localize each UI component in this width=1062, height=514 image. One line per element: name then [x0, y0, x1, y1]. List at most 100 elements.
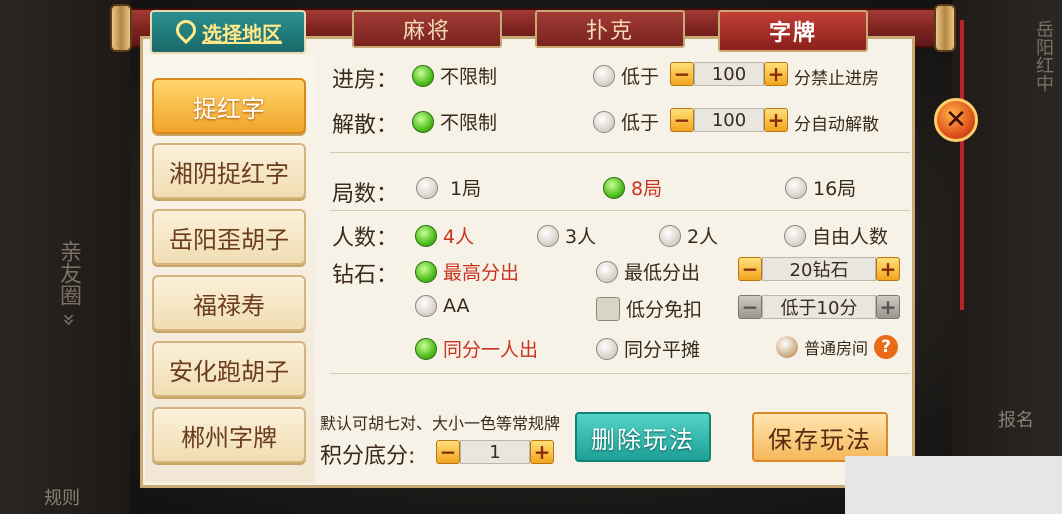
delete-rule-button[interactable]: 删除玩法 — [575, 412, 711, 462]
plus-button[interactable]: + — [530, 440, 554, 464]
same-score-split-label: 同分平摊 — [624, 339, 701, 361]
sidebar-item-anhua[interactable]: 安化跑胡子 — [152, 341, 306, 397]
divider — [330, 373, 910, 374]
minus-button[interactable]: − — [738, 295, 762, 319]
minus-button[interactable]: − — [738, 257, 762, 281]
players-option-4[interactable]: 4人 — [415, 222, 474, 249]
rounds-option-16-label: 16局 — [813, 178, 857, 200]
diamonds-label: 钻石： — [332, 263, 399, 288]
dissolve-unlimited-label: 不限制 — [440, 112, 498, 134]
rounds-option-1-label: 1局 — [450, 178, 482, 200]
overlay-box — [845, 456, 1062, 514]
entry-stepper-value: 100 — [694, 62, 764, 86]
radio-off-icon — [415, 295, 437, 317]
minus-button[interactable]: − — [670, 108, 694, 132]
close-button[interactable]: ✕ — [934, 98, 978, 142]
tab-zipai[interactable]: 字牌 — [718, 10, 868, 52]
base-score-label: 积分底分: — [320, 444, 416, 469]
dissolve-stepper-value: 100 — [694, 108, 764, 132]
scroll-rod-end-left — [110, 4, 132, 52]
sidebar-item-zhuohongzi[interactable]: 捉红字 — [152, 78, 306, 134]
sidebar-item-fulushou[interactable]: 福禄寿 — [152, 275, 306, 331]
bg-rules-label: 规则 — [44, 488, 80, 509]
radio-on-icon — [415, 260, 437, 283]
dissolve-stepper: − 100 + — [670, 107, 788, 133]
radio-off-icon — [593, 64, 615, 87]
divider — [330, 210, 910, 211]
rounds-option-1[interactable]: 1局 — [416, 174, 481, 201]
same-score-one-option[interactable]: 同分一人出 — [415, 335, 538, 362]
same-score-one-label: 同分一人出 — [443, 339, 539, 361]
region-select-button[interactable]: 选择地区 — [150, 10, 306, 54]
entry-unlimited-option[interactable]: 不限制 — [412, 62, 497, 89]
diamonds-highest-label: 最高分出 — [443, 262, 520, 284]
plus-button[interactable]: + — [876, 257, 900, 281]
rules-note: 默认可胡七对、大小一色等常规牌 — [320, 414, 561, 433]
plus-button[interactable]: + — [876, 295, 900, 319]
base-score-stepper: − 1 + — [436, 439, 554, 465]
divider — [330, 152, 910, 153]
radio-off-icon — [785, 176, 807, 199]
entry-stepper: − 100 + — [670, 61, 788, 87]
diamond-stepper-value: 20钻石 — [762, 257, 876, 281]
radio-on-icon — [415, 337, 437, 360]
sidebar-item-chenzhou[interactable]: 郴州字牌 — [152, 407, 306, 463]
diamonds-lowest-option[interactable]: 最低分出 — [596, 258, 700, 285]
coin-icon — [776, 336, 798, 358]
scroll-rod-end-right — [934, 4, 956, 52]
low-score-stepper: − 低于10分 + — [738, 294, 900, 320]
rounds-option-16[interactable]: 16局 — [785, 174, 856, 201]
radio-off-icon — [596, 337, 618, 360]
entry-suffix: 分禁止进房 — [794, 69, 879, 89]
bg-signup-label: 报名 — [998, 410, 1034, 431]
low-score-free-checkbox[interactable]: 低分免扣 — [596, 295, 702, 322]
minus-button[interactable]: − — [436, 440, 460, 464]
diamonds-highest-option[interactable]: 最高分出 — [415, 258, 519, 285]
tab-mahjong[interactable]: 麻将 — [352, 10, 502, 48]
entry-label: 进房： — [332, 68, 399, 93]
dissolve-below-option[interactable]: 低于 — [593, 108, 659, 135]
players-option-free-label: 自由人数 — [812, 226, 889, 248]
low-score-free-label: 低分免扣 — [626, 299, 703, 321]
radio-off-icon — [416, 176, 438, 199]
help-icon[interactable]: ? — [874, 335, 899, 359]
same-score-split-option[interactable]: 同分平摊 — [596, 335, 700, 362]
minus-button[interactable]: − — [670, 62, 694, 86]
players-option-4-label: 4人 — [443, 226, 475, 248]
diamonds-aa-label: AA — [443, 295, 470, 317]
bg-right-label: 岳阳红中 — [1033, 20, 1054, 92]
save-rule-button[interactable]: 保存玩法 — [752, 412, 888, 462]
low-score-stepper-value: 低于10分 — [762, 295, 876, 319]
room-type-label: 普通房间 — [804, 339, 869, 358]
sidebar-item-xiangyin[interactable]: 湘阴捉红字 — [152, 143, 306, 199]
dissolve-suffix: 分自动解散 — [794, 115, 879, 135]
diamonds-aa-option[interactable]: AA — [415, 295, 470, 317]
diamond-stepper: − 20钻石 + — [738, 256, 900, 282]
entry-below-label: 低于 — [621, 66, 660, 88]
radio-off-icon — [784, 224, 806, 247]
radio-on-icon — [415, 224, 437, 247]
players-option-3[interactable]: 3人 — [537, 222, 596, 249]
plus-button[interactable]: + — [764, 108, 788, 132]
bg-club-label: 亲友圈 » — [56, 240, 81, 327]
players-option-3-label: 3人 — [565, 226, 597, 248]
players-label: 人数： — [332, 226, 399, 251]
radio-on-icon — [603, 176, 625, 199]
entry-unlimited-label: 不限制 — [440, 66, 498, 88]
sidebar-item-yueyang[interactable]: 岳阳歪胡子 — [152, 209, 306, 265]
room-type-option[interactable]: 普通房间 ? — [776, 335, 899, 359]
dissolve-below-label: 低于 — [621, 112, 660, 134]
tassel-cord — [960, 20, 964, 310]
region-select-label: 选择地区 — [202, 21, 282, 46]
entry-below-option[interactable]: 低于 — [593, 62, 659, 89]
tab-poker[interactable]: 扑克 — [535, 10, 685, 48]
players-option-free[interactable]: 自由人数 — [784, 222, 888, 249]
rounds-option-8[interactable]: 8局 — [603, 174, 662, 201]
checkbox-icon — [596, 296, 620, 321]
radio-off-icon — [596, 260, 618, 283]
radio-on-icon — [412, 64, 434, 87]
plus-button[interactable]: + — [764, 62, 788, 86]
players-option-2[interactable]: 2人 — [659, 222, 718, 249]
dissolve-unlimited-option[interactable]: 不限制 — [412, 108, 497, 135]
dissolve-label: 解散： — [332, 113, 399, 138]
